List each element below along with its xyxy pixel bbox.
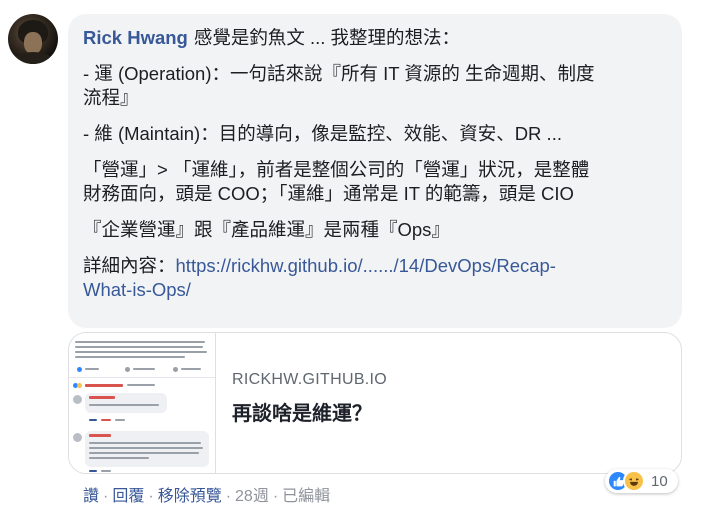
separator: · [103, 488, 109, 505]
haha-icon [623, 470, 645, 492]
comment-line-ops: 『企業營運』跟『產品維運』是兩種『Ops』 [83, 219, 450, 240]
avatar-body [12, 52, 54, 64]
preview-title[interactable]: 再談啥是維運？ [232, 397, 387, 426]
detail-link[interactable]: https://rickhw.github.io/....../14/DevOp… [176, 255, 556, 276]
comment-bubble: Rick Hwang 感覺是釣魚文 ... 我整理的想法： - 運 (Operat… [68, 14, 682, 328]
remove-preview-link[interactable]: 移除預覽 [158, 488, 222, 505]
separator: · [148, 488, 154, 505]
separator: · [225, 488, 232, 505]
detail-link-cont[interactable]: What-is-Ops/ [83, 279, 191, 300]
comment-line-compare: 「營運」> 「運維」，前者是整個公司的「營運」狀況，是整體 [83, 159, 590, 180]
comment-actions: 讚 · 回覆 · 移除預覽 · 28週 · 已編輯 [83, 482, 330, 506]
reply-link[interactable]: 回覆 [112, 488, 144, 505]
comment-timestamp[interactable]: 28週 [235, 488, 269, 505]
like-link[interactable]: 讚 [83, 488, 99, 505]
comment-header: Rick Hwang 感覺是釣魚文 ... 我整理的想法： [83, 26, 666, 50]
preview-thumbnail[interactable] [69, 333, 216, 473]
comment-line-operation-cont: 流程』 [83, 87, 139, 108]
reactions-summary[interactable]: 10 [605, 469, 678, 493]
comment-intro: 感覺是釣魚文 ... 我整理的想法： [193, 27, 461, 48]
comment-detail: 詳細內容：https://rickhw.github.io/....../14/… [83, 254, 666, 278]
comment-line-compare-cont: 財務面向，頭是 COO；「運維」通常是 IT 的範籌，頭是 CIO [83, 183, 574, 204]
link-preview-card[interactable]: RICKHW.GITHUB.IO 再談啥是維運？ [68, 332, 682, 474]
author-name[interactable]: Rick Hwang [83, 27, 188, 48]
edited-label[interactable]: 已編輯 [282, 488, 330, 505]
reaction-count: 10 [651, 472, 668, 490]
preview-text[interactable]: RICKHW.GITHUB.IO 再談啥是維運？ [232, 371, 387, 426]
author-avatar[interactable] [8, 14, 58, 64]
comment-line-maintain: - 維 (Maintain)：目的導向，像是監控、效能、資安、DR ... [83, 123, 562, 144]
comment-line-operation: - 運 (Operation)：一句話來說『所有 IT 資源的 生命週期、制度 [83, 63, 595, 84]
separator: · [272, 488, 279, 505]
detail-label: 詳細內容： [83, 255, 176, 276]
preview-domain: RICKHW.GITHUB.IO [232, 371, 388, 388]
comment-detail-cont: What-is-Ops/ [83, 278, 666, 302]
avatar-face [24, 32, 42, 54]
